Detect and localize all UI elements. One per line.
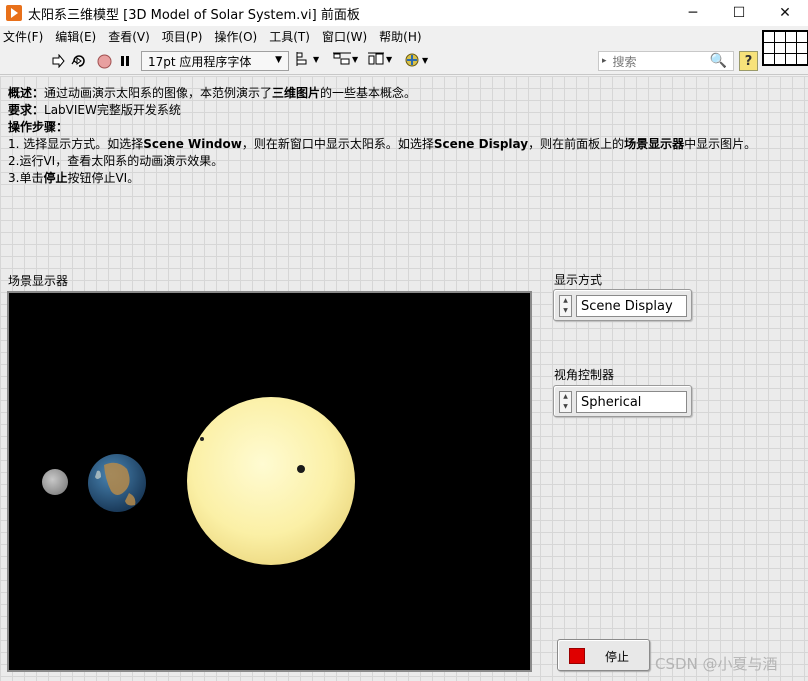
chevron-down-icon: ▼ <box>275 55 282 65</box>
camera-controller-ring[interactable]: ▲ ▼ Spherical <box>553 385 692 417</box>
font-select[interactable]: 17pt 应用程序字体 ▼ <box>141 51 289 71</box>
font-select-value: 17pt 应用程序字体 <box>148 54 252 69</box>
stop-button-label: 停止 <box>605 650 630 664</box>
run-arrow-icon[interactable] <box>50 51 66 71</box>
resize-icon <box>368 52 384 65</box>
menu-project[interactable]: 项目(P) <box>159 28 209 45</box>
display-mode-label: 显示方式 <box>554 273 603 287</box>
menu-bar: 文件(F) 编辑(E) 查看(V) 项目(P) 操作(O) 工具(T) 窗口(W… <box>0 26 808 47</box>
increment-decrement-arrows[interactable]: ▲ ▼ <box>559 391 572 413</box>
chevron-down-icon: ▼ <box>352 54 359 64</box>
chevron-down-icon: ▼ <box>422 55 429 65</box>
reorder-icon <box>405 53 419 67</box>
sunspot <box>297 465 305 473</box>
title-bar: 太阳系三维模型 [3D Model of Solar System.vi] 前面… <box>0 0 808 26</box>
step-3: 3.单击停止按钮停止VI。 <box>8 171 140 185</box>
search-input[interactable]: ▸ 搜索 🔍 <box>598 51 734 71</box>
step-2: 2.运行VI，查看太阳系的动画演示效果。 <box>8 154 224 168</box>
menu-tools[interactable]: 工具(T) <box>266 28 316 45</box>
requirements-line: 要求：LabVIEW完整版开发系统 <box>8 103 181 117</box>
menu-operate[interactable]: 操作(O) <box>211 28 263 45</box>
connector-pane-icon[interactable] <box>762 30 808 66</box>
increment-decrement-arrows[interactable]: ▲ ▼ <box>559 295 572 317</box>
solar-system-render <box>42 397 355 565</box>
menu-edit[interactable]: 编辑(E) <box>52 28 102 45</box>
menu-window[interactable]: 窗口(W) <box>319 28 373 45</box>
distribute-objects-button[interactable]: ▼ <box>333 52 358 66</box>
stop-button[interactable]: 停止 <box>557 639 650 671</box>
menu-file[interactable]: 文件(F) <box>0 28 49 45</box>
align-objects-button[interactable]: ▼ <box>296 52 319 66</box>
close-button[interactable]: ✕ <box>762 0 808 26</box>
sun <box>187 397 355 565</box>
scene-display-label: 场景显示器 <box>8 274 69 288</box>
search-icon[interactable]: 🔍 <box>710 53 727 69</box>
steps-label: 操作步骤： <box>8 120 69 134</box>
distribute-icon <box>333 52 351 65</box>
reorder-button[interactable]: ▼ <box>403 52 428 68</box>
menu-view[interactable]: 查看(V) <box>105 28 156 45</box>
sunspot <box>200 437 204 441</box>
camera-controller-label: 视角控制器 <box>554 368 615 382</box>
labview-vi-icon <box>6 5 22 21</box>
window-controls: ─ ☐ ✕ <box>670 0 808 26</box>
chevron-down-icon: ▼ <box>313 54 320 64</box>
run-continuously-icon[interactable] <box>70 51 88 71</box>
window-title: 太阳系三维模型 [3D Model of Solar System.vi] 前面… <box>28 7 360 23</box>
description-text: 概述：通过动画演示太阳系的图像，本范例演示了三维图片的一些基本概念。 要求：La… <box>8 85 756 187</box>
overview-line: 概述：通过动画演示太阳系的图像，本范例演示了三维图片的一些基本概念。 <box>8 86 417 100</box>
display-mode-ring[interactable]: ▲ ▼ Scene Display <box>553 289 692 321</box>
resize-objects-button[interactable]: ▼ <box>367 52 392 66</box>
chevron-down-icon: ▼ <box>386 54 393 64</box>
scene-display[interactable] <box>7 291 532 672</box>
minimize-button[interactable]: ─ <box>670 0 716 26</box>
align-icon <box>296 52 307 66</box>
context-help-button[interactable]: ? <box>739 51 758 71</box>
search-placeholder: 搜索 <box>612 54 637 69</box>
moon <box>42 469 68 495</box>
camera-controller-value[interactable]: Spherical <box>576 391 687 413</box>
display-mode-value[interactable]: Scene Display <box>576 295 687 317</box>
search-scope-icon: ▸ <box>602 56 607 66</box>
stop-led-icon <box>569 648 585 664</box>
menu-help[interactable]: 帮助(H) <box>376 28 427 45</box>
abort-icon[interactable] <box>96 51 112 71</box>
watermark: CSDN @小夏与酒 <box>655 655 778 673</box>
pause-icon[interactable] <box>118 51 132 71</box>
maximize-button[interactable]: ☐ <box>716 0 762 26</box>
step-1: 1. 选择显示方式。如选择Scene Window，则在新窗口中显示太阳系。如选… <box>8 137 757 151</box>
